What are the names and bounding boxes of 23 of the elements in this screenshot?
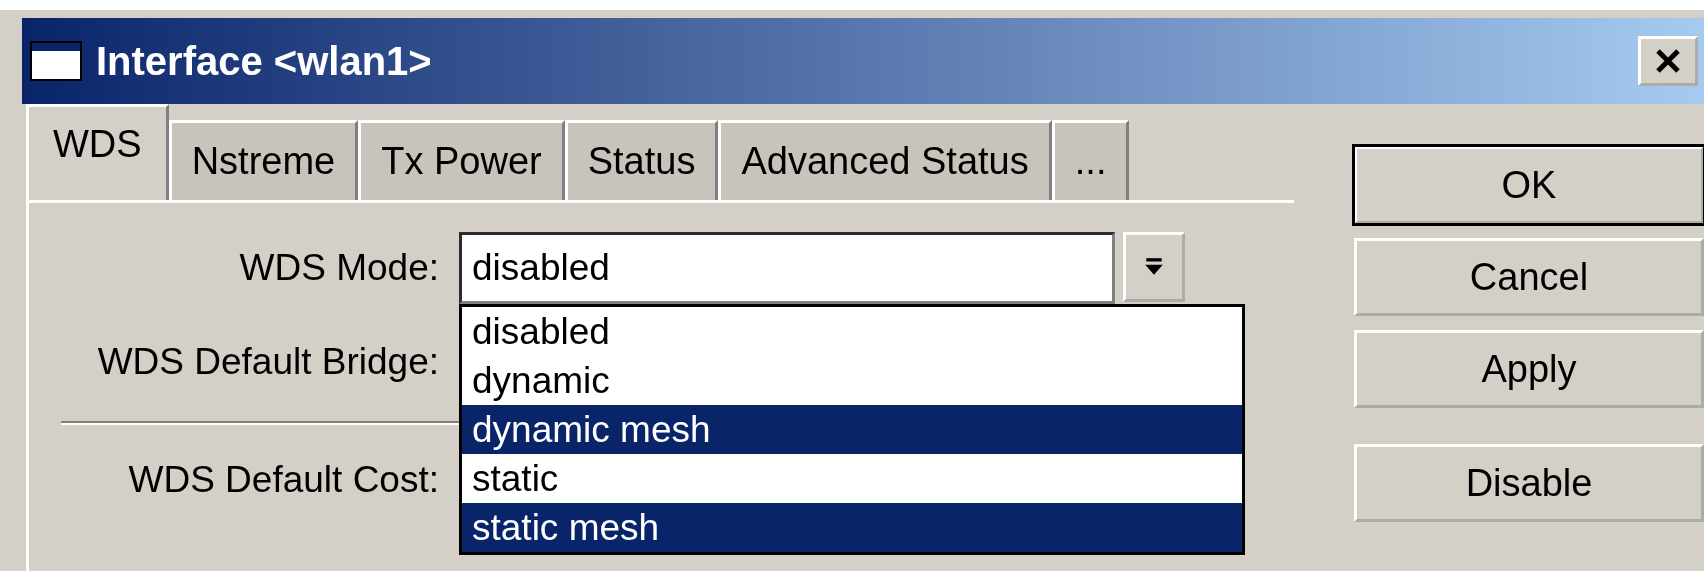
dropdown-option[interactable]: dynamic [462, 356, 1242, 405]
field-label: WDS Default Cost: [127, 459, 440, 501]
dropdown-field[interactable]: disabled [459, 232, 1115, 304]
dropdown-option[interactable]: disabled [462, 307, 1242, 356]
field-label: WDS Mode: [238, 247, 440, 289]
dialog-button[interactable]: Cancel [1354, 238, 1704, 316]
tab[interactable]: ... [1051, 120, 1130, 200]
tab[interactable]: Status [564, 120, 719, 200]
close-button[interactable] [1638, 36, 1698, 86]
window-icon [30, 41, 82, 81]
dropdown-button[interactable] [1123, 232, 1185, 302]
dialog-button[interactable]: Apply [1354, 330, 1704, 408]
field-label: WDS Default Bridge: [96, 341, 440, 383]
tab[interactable]: Tx Power [358, 120, 565, 200]
dialog-button[interactable]: Disable [1354, 444, 1704, 522]
tab[interactable]: Advanced Status [718, 120, 1052, 200]
dropdown-option[interactable]: static mesh [462, 503, 1242, 552]
dropdown-option[interactable]: dynamic mesh [462, 405, 1242, 454]
dialog-button[interactable]: OK [1354, 146, 1704, 224]
tab[interactable]: WDS [26, 104, 169, 200]
tab[interactable]: Nstreme [168, 120, 359, 200]
dropdown-option[interactable]: static [462, 454, 1242, 503]
window-title: Interface <wlan1> [96, 38, 432, 84]
